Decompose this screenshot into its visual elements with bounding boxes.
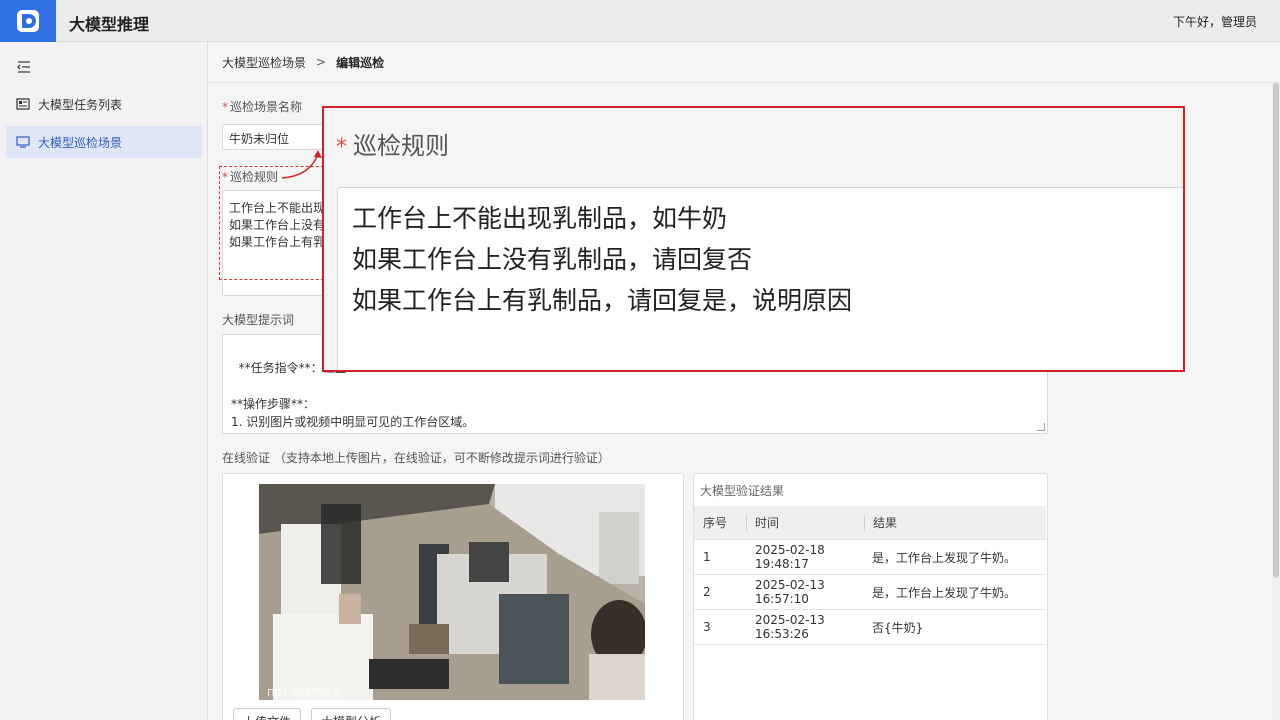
results-title: 大模型验证结果 — [700, 484, 785, 498]
row-number: 3 — [703, 620, 711, 634]
verify-section-title: 在线验证 （支持本地上传图片，在线验证，可不断修改提示词进行验证） — [222, 451, 610, 465]
user-greeting[interactable]: 下午好，管理员 — [1173, 13, 1257, 30]
row-number: 2 — [703, 585, 711, 599]
prompt-label: 大模型提示词 — [222, 313, 295, 327]
sidebar-item-label: 大模型巡检场景 — [38, 135, 123, 150]
zoom-rules-label: * 巡检规则 — [336, 132, 449, 160]
sidebar-item-inspection-scene[interactable]: 大模型巡检场景 — [6, 126, 202, 158]
collapse-menu-icon[interactable] — [16, 59, 32, 75]
scene-name-label: * 巡检场景名称 — [222, 100, 303, 114]
breadcrumb-separator: > — [316, 55, 327, 69]
row-time: 2025-02-13 16:57:10 — [755, 578, 825, 606]
row-number: 1 — [703, 550, 711, 564]
sidebar: 大模型任务列表 大模型巡检场景 — [0, 42, 208, 720]
row-time: 2025-02-13 16:53:26 — [755, 613, 825, 641]
breadcrumb: 大模型巡检场景 > 编辑巡检 — [208, 42, 1280, 83]
sidebar-item-task-list[interactable]: 大模型任务列表 — [6, 88, 202, 120]
row-result: 是，工作台上发现了牛奶。 — [872, 550, 1017, 565]
zoom-rule-line: 如果工作台上没有乳制品，请回复否 — [352, 245, 753, 274]
monitor-icon — [16, 135, 30, 149]
table-row[interactable]: 1 2025-02-18 19:48:17 是，工作台上发现了牛奶。 — [694, 540, 1046, 575]
preview-image — [259, 484, 645, 700]
row-time: 2025-02-18 19:48:17 — [755, 543, 825, 571]
upload-file-button[interactable]: 上传文件 — [233, 708, 301, 720]
app-logo[interactable] — [0, 0, 56, 42]
app-title: 大模型推理 — [69, 15, 150, 34]
row-result: 是，工作台上发现了牛奶。 — [872, 585, 1017, 600]
row-result: 否{牛奶} — [872, 620, 924, 635]
sidebar-item-label: 大模型任务列表 — [38, 97, 123, 112]
zoom-rules-textarea: 工作台上不能出现乳制品，如牛奶 如果工作台上没有乳制品，请回复否 如果工作台上有… — [337, 187, 1183, 370]
scrollbar-thumb[interactable] — [1273, 83, 1279, 578]
table-row[interactable]: 3 2025-02-13 16:53:26 否{牛奶} — [694, 610, 1046, 645]
column-header: 序号 — [703, 516, 728, 530]
camera-caption: ПОТ 咖啡吧吧台 — [267, 688, 342, 699]
page-scrollbar[interactable] — [1272, 83, 1280, 720]
rules-text: 工作台上不能出现乳制品，如牛奶 如果工作台上没有乳制品，请回复否 如果工作台上有… — [229, 201, 323, 249]
results-header-row: 序号 时间 结果 — [694, 506, 1046, 540]
breadcrumb-parent[interactable]: 大模型巡检场景 — [222, 54, 306, 71]
scene-name-input[interactable]: 牛奶未归位 — [222, 124, 326, 150]
zoom-rule-line: 工作台上不能出现乳制品，如牛奶 — [352, 204, 728, 233]
top-bar: 大模型推理 下午好，管理员 — [0, 0, 1280, 42]
column-header: 结果 — [873, 516, 898, 530]
breadcrumb-current: 编辑巡检 — [336, 55, 385, 70]
zoom-rule-line: 如果工作台上有乳制品，请回复是，说明原因 — [352, 286, 853, 315]
zoom-callout: * 巡检规则 工作台上不能出现乳制品，如牛奶 如果工作台上没有乳制品，请回复否 如… — [322, 106, 1185, 372]
column-header: 时间 — [755, 516, 780, 530]
model-analyze-button[interactable]: 大模型分析 — [311, 708, 391, 720]
logo-icon — [17, 10, 39, 32]
resize-handle[interactable] — [1037, 423, 1045, 431]
task-list-icon — [16, 97, 30, 111]
table-row[interactable]: 2 2025-02-13 16:57:10 是，工作台上发现了牛奶。 — [694, 575, 1046, 610]
